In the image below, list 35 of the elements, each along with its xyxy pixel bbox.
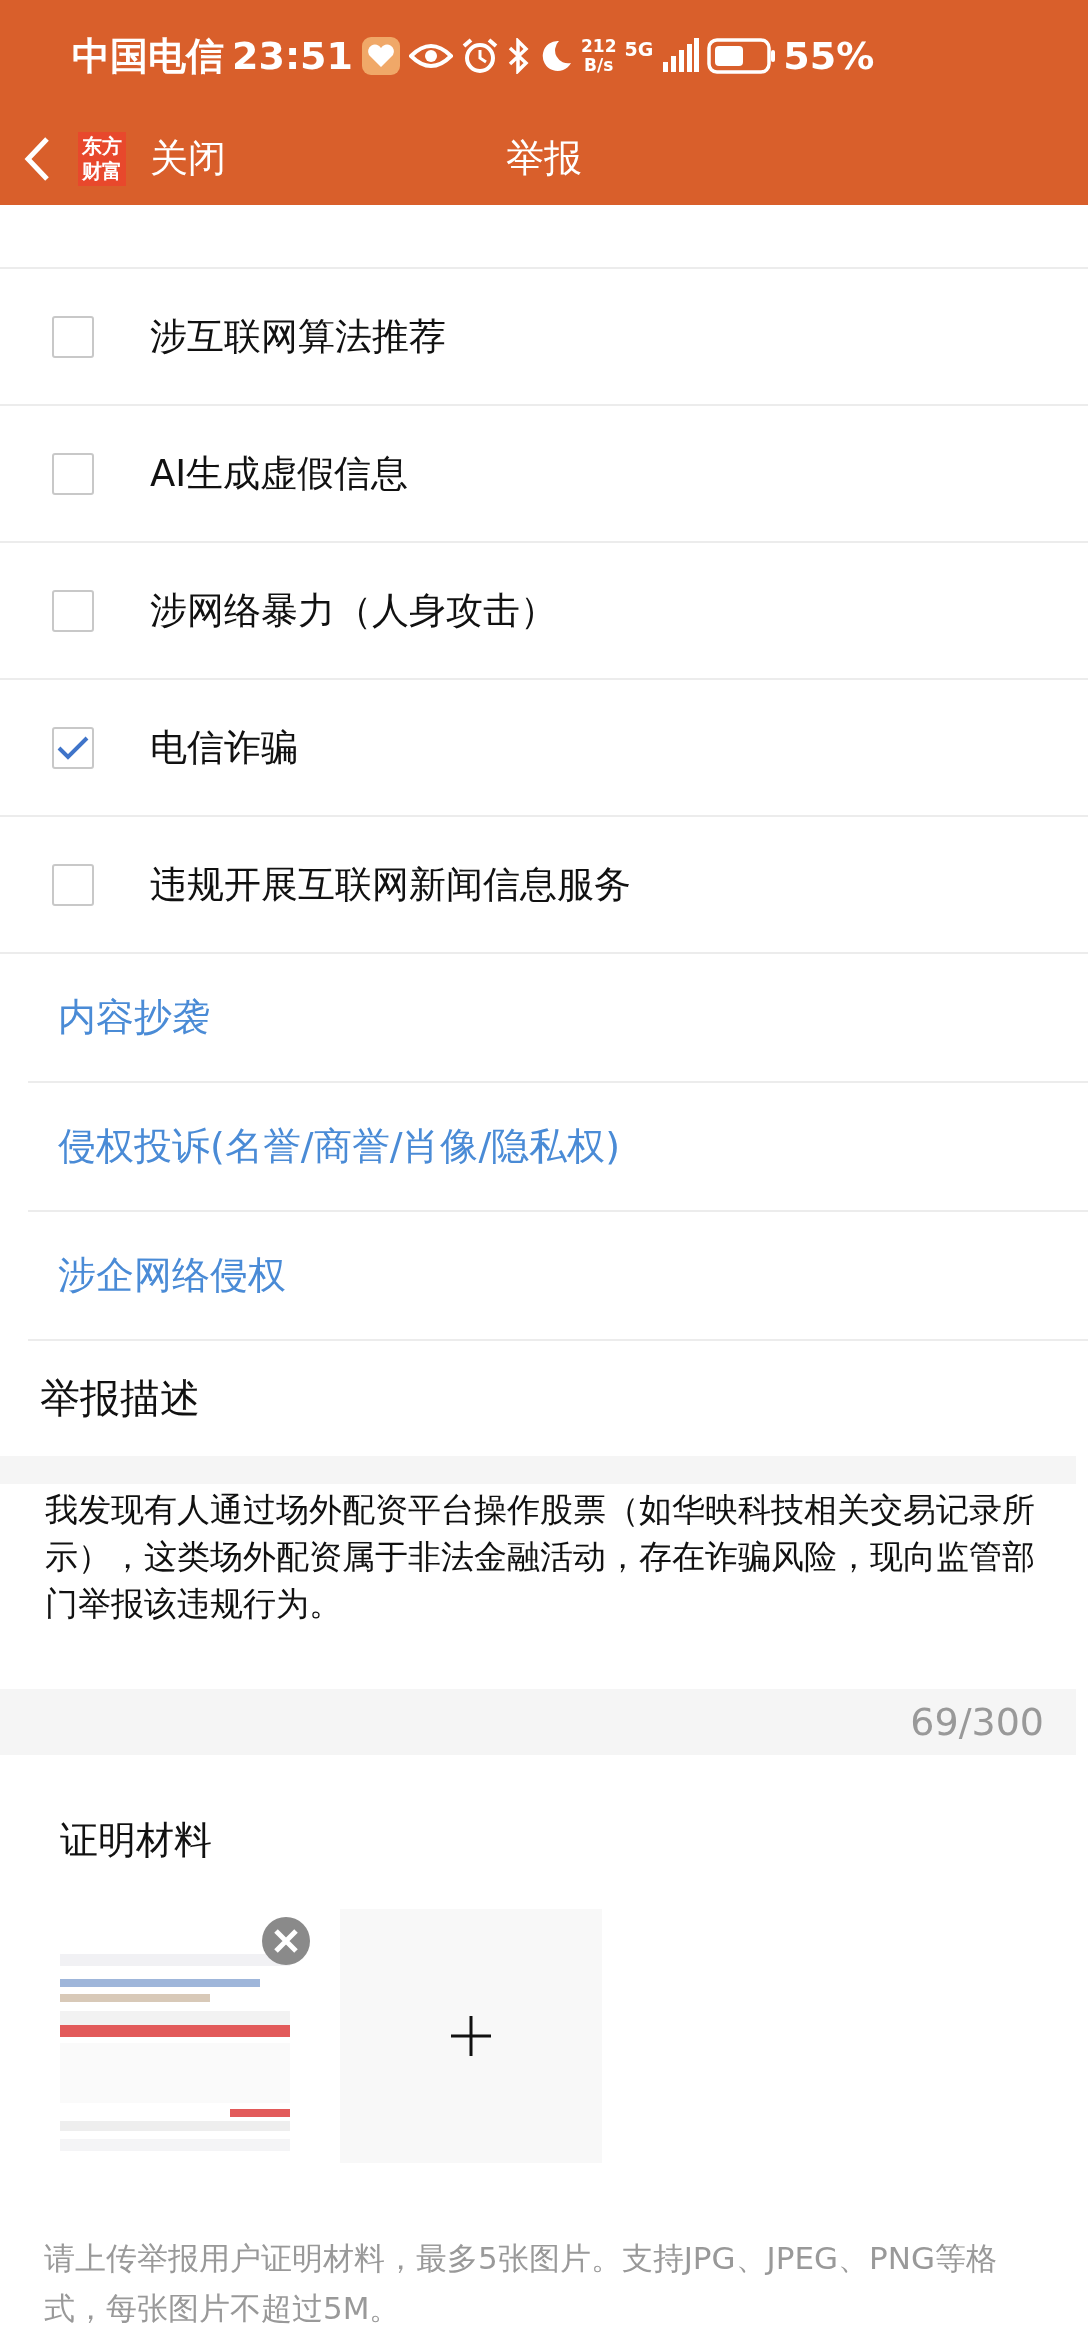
bluetooth-icon — [506, 38, 531, 74]
category-link[interactable]: 内容抄袭 — [58, 992, 210, 1043]
checkbox[interactable] — [52, 452, 94, 495]
option-label[interactable]: 电信诈骗 — [150, 722, 298, 773]
plus-icon — [450, 2015, 492, 2057]
alarm-icon — [460, 37, 499, 75]
option-label[interactable]: 违规开展互联网新闻信息服务 — [150, 859, 631, 910]
battery-percent: 55% — [783, 34, 875, 78]
upload-hint: 请上传举报用户证明材料，最多5张图片。支持JPG、JPEG、PNG等格式，每张图片不超过5M。 — [44, 2239, 998, 2328]
category-link[interactable]: 涉企网络侵权 — [58, 1250, 286, 1301]
character-counter: 69/300 — [910, 1700, 1044, 1744]
checkbox[interactable] — [52, 315, 94, 358]
app-logo: 东方 财富 — [78, 131, 126, 186]
option-label[interactable]: 涉互联网算法推荐 — [150, 311, 446, 362]
category-link[interactable]: 侵权投诉(名誉/商誉/肖像/隐私权) — [58, 1121, 621, 1172]
checkbox[interactable] — [52, 863, 94, 906]
carrier-label: 中国电信 — [72, 32, 224, 80]
checkbox[interactable] — [52, 589, 94, 632]
signal-icon — [661, 38, 700, 74]
close-button[interactable]: 关闭 — [150, 133, 226, 184]
heart-app-icon — [360, 36, 401, 76]
section-title: 证明材料 — [59, 1817, 213, 1864]
network-type-label: 5G — [624, 38, 654, 60]
add-image-button[interactable] — [340, 1909, 602, 2163]
option-label[interactable]: AI生成虚假信息 — [150, 448, 409, 499]
checkbox[interactable] — [52, 726, 94, 769]
network-speed-unit: B/s — [584, 56, 614, 75]
eye-icon — [408, 41, 453, 71]
battery-icon — [707, 38, 776, 74]
network-speed-value: 212 — [580, 37, 617, 56]
page-title: 举报 — [505, 135, 583, 182]
section-title: 举报描述 — [39, 1374, 201, 1423]
option-label[interactable]: 涉网络暴力（人身攻击） — [150, 585, 557, 636]
clock-time: 23:51 — [232, 34, 353, 78]
remove-icon[interactable] — [262, 1917, 310, 1965]
